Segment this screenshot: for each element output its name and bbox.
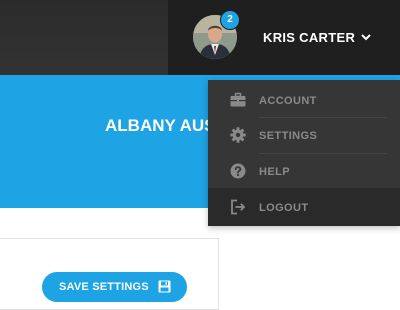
user-dropdown-menu: ACCOUNT SETTINGS HELP LOGOUT [208,80,400,226]
user-name[interactable]: KRIS CARTER [263,30,355,45]
question-circle-icon [230,163,246,179]
briefcase-icon [230,92,246,107]
user-menu-trigger[interactable]: 2 KRIS CARTER [168,0,400,75]
menu-item-label: LOGOUT [259,202,309,214]
menu-item-help[interactable]: HELP [208,153,400,189]
hero-title: ALBANY AUS [105,116,216,135]
menu-item-logout[interactable]: LOGOUT [208,188,400,226]
menu-item-label: HELP [259,166,290,178]
save-settings-button[interactable]: SAVE SETTINGS [42,272,187,302]
gear-icon [230,127,246,143]
save-settings-label: SAVE SETTINGS [59,281,149,293]
notification-badge[interactable]: 2 [220,10,240,30]
menu-item-label: SETTINGS [259,130,318,142]
menu-item-label: ACCOUNT [259,95,317,107]
menu-item-settings[interactable]: SETTINGS [208,117,400,153]
logout-icon [231,199,246,215]
floppy-disk-icon [158,280,171,293]
chevron-down-icon[interactable] [360,32,372,42]
menu-item-account[interactable]: ACCOUNT [208,82,400,118]
